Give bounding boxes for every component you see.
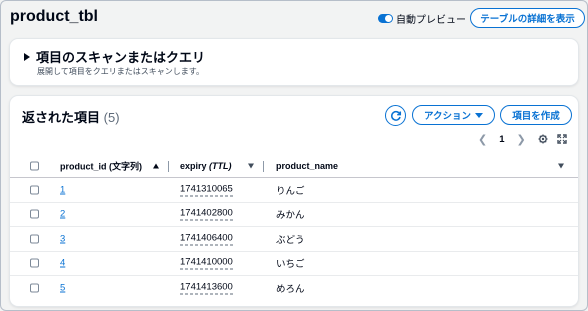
toggle-switch[interactable] [378, 14, 393, 23]
expiry-value: 1741310065 [180, 183, 233, 197]
sort-product-name-icon[interactable] [558, 163, 564, 168]
row-checkbox[interactable] [30, 258, 39, 268]
row-checkbox[interactable] [30, 283, 39, 293]
column-header-product-name[interactable]: product_name [276, 161, 338, 171]
product-id-link[interactable]: 4 [60, 258, 65, 269]
scan-query-expander[interactable]: 項目のスキャンまたはクエリ [24, 47, 205, 66]
product-name-value: いちご [276, 259, 305, 271]
product-id-link[interactable]: 5 [60, 283, 65, 294]
returned-items-count: (5) [103, 110, 120, 125]
create-item-button[interactable]: 項目を作成 [500, 105, 572, 125]
pagination: ❮ 1 ❯ [478, 133, 526, 146]
table-row[interactable]: 4 1741410000 いちご [10, 252, 578, 276]
row-checkbox[interactable] [30, 234, 39, 244]
product-id-type: (文字列) [109, 161, 143, 171]
row-checkbox[interactable] [30, 209, 39, 219]
expiry-value: 1741402800 [180, 207, 233, 221]
expiry-label: expiry [180, 160, 207, 171]
refresh-icon [390, 110, 401, 121]
actions-button[interactable]: アクション [412, 105, 495, 125]
expiry-value: 1741406400 [180, 232, 233, 246]
table-row[interactable]: 2 1741402800 みかん [10, 203, 578, 227]
column-divider[interactable] [263, 161, 264, 172]
select-all-checkbox[interactable] [30, 161, 39, 170]
row-checkbox[interactable] [30, 185, 39, 195]
table-header-row: product_id (文字列) expiry (TTL) product_na… [10, 154, 578, 178]
product-id-link[interactable]: 3 [60, 233, 65, 244]
actions-button-label: アクション [423, 111, 472, 122]
returned-items-panel: 返された項目 (5) アクション 項目を作成 ❮ 1 ❯ product_id … [10, 96, 578, 306]
sort-ascending-icon[interactable] [153, 163, 159, 168]
scan-query-heading: 項目のスキャンまたはクエリ [36, 50, 206, 65]
view-table-details-button[interactable]: テーブルの詳細を表示 [470, 8, 585, 28]
previous-page-icon[interactable]: ❮ [478, 133, 487, 146]
page-title: product_tbl [10, 8, 98, 25]
column-header-product-id[interactable]: product_id (文字列) [60, 159, 142, 172]
table-tools [538, 134, 567, 144]
column-divider[interactable] [168, 161, 169, 172]
refresh-button[interactable] [385, 105, 406, 126]
table-row[interactable]: 1 1741310065 りんご [10, 178, 578, 203]
sort-expiry-icon[interactable] [248, 163, 254, 168]
chevron-down-icon [475, 112, 484, 118]
current-page-number[interactable]: 1 [499, 134, 504, 145]
next-page-icon[interactable]: ❯ [517, 133, 526, 146]
product-name-value: りんご [276, 185, 305, 197]
product-id-link[interactable]: 2 [60, 209, 65, 220]
product-name-value: みかん [276, 210, 305, 222]
table-row[interactable]: 3 1741406400 ぶどう [10, 227, 578, 252]
expiry-value: 1741413600 [180, 281, 233, 295]
items-table: product_id (文字列) expiry (TTL) product_na… [10, 154, 578, 301]
auto-preview-toggle[interactable]: 自動プレビュー [378, 11, 466, 26]
scan-query-description: 展開して項目をクエリまたはスキャンします。 [37, 67, 204, 76]
product-name-value: ぶどう [276, 234, 305, 246]
returned-items-heading: 返された項目 (5) [22, 107, 120, 126]
gear-icon[interactable] [538, 134, 548, 144]
fullscreen-icon[interactable] [557, 134, 567, 144]
column-header-expiry[interactable]: expiry (TTL) [180, 161, 232, 171]
returned-items-title: 返された項目 [22, 110, 101, 125]
expiry-value: 1741410000 [180, 256, 233, 270]
product-id-link[interactable]: 1 [60, 184, 65, 195]
auto-preview-label: 自動プレビュー [396, 15, 466, 26]
table-row[interactable]: 5 1741413600 めろん [10, 276, 578, 301]
scan-query-panel: 項目のスキャンまたはクエリ 展開して項目をクエリまたはスキャンします。 [10, 39, 578, 85]
product-id-label: product_id [60, 161, 107, 171]
expiry-type: (TTL) [209, 160, 232, 171]
caret-right-icon [24, 52, 30, 61]
product-name-value: めろん [276, 284, 305, 296]
